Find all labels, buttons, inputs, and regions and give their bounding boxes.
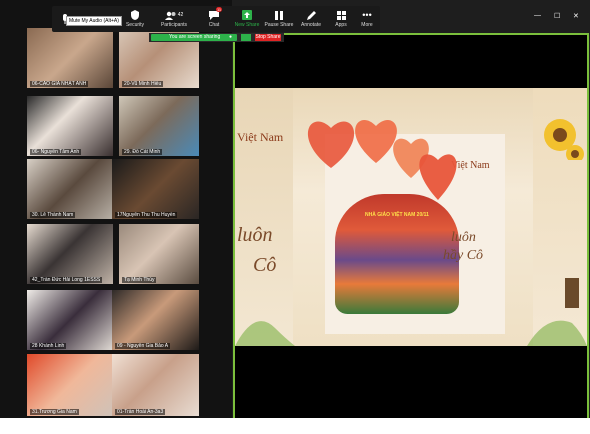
participant-name: 01-Trần Hoài An-3a3 (115, 409, 166, 415)
more-label: More (361, 22, 373, 28)
slide-text-left-co: Cô (253, 254, 277, 276)
sunflower-decoration (544, 119, 584, 160)
participant-gallery: 06-CAO GIA NHẬT ANH 20-Vũ Minh Hiếu 06- … (0, 0, 232, 418)
security-label: Security (125, 22, 145, 28)
chat-badge: 11 (216, 7, 223, 12)
sharing-status-text: You are screen sharing (169, 34, 221, 40)
close-icon[interactable]: ✕ (573, 12, 579, 20)
apps-label: Apps (335, 22, 347, 28)
security-button[interactable]: Security (120, 6, 150, 32)
chat-icon: 11 (208, 7, 223, 20)
participant-tile[interactable]: 06-CAO GIA NHẬT ANH (27, 28, 113, 88)
pause-share-button[interactable]: Pause Share (264, 6, 294, 32)
stop-share-button[interactable]: Stop Share (255, 34, 281, 41)
participant-name: 29. Đỗ Cát Minh (122, 149, 163, 155)
participant-tile[interactable]: 31.Trương Gia Nam (27, 354, 113, 416)
participants-label: Participants (160, 22, 188, 28)
participant-tile[interactable]: 09 - Nguyễn Gia Bảo A (112, 290, 199, 350)
participant-tile[interactable]: Tạ Minh Thùy (119, 224, 199, 284)
participant-name: 17Nguyễn Thu Thu Huyền (115, 212, 178, 218)
share-arrow-icon (241, 10, 253, 20)
participant-tile[interactable]: 42_Trần Đức Hải Long 1ESSS (27, 224, 113, 284)
slide-text-center-luon: luôn (451, 230, 476, 245)
more-dots-icon: ••• (362, 10, 372, 20)
annotate-button[interactable]: Annotate (296, 6, 326, 32)
participant-name: 06- Nguyễn Tâm Anh (30, 149, 82, 155)
participant-name: 09 - Nguyễn Gia Bảo A (115, 343, 171, 349)
more-button[interactable]: ••• More (352, 6, 382, 32)
sharing-status-pill[interactable]: You are screen sharing ● (151, 34, 237, 41)
slide-text-left-top: Việt Nam (237, 130, 284, 144)
apps-icon (335, 10, 347, 20)
chat-label: Chat (208, 22, 220, 28)
participant-name: 31.Trương Gia Nam (30, 409, 79, 415)
bottom-strip (0, 418, 590, 434)
new-share-button[interactable]: New Share (232, 6, 262, 32)
participant-tile[interactable]: 30. Lê Thành Nam (27, 159, 113, 219)
leaf-decoration (235, 321, 295, 346)
new-share-label: New Share (234, 22, 260, 28)
maximize-icon[interactable]: ☐ (554, 12, 560, 20)
pause-icon (273, 10, 285, 20)
participant-name: 06-CAO GIA NHẬT ANH (30, 81, 89, 87)
participant-tile[interactable]: 01-Trần Hoài An-3a3 (112, 354, 199, 416)
participant-name: 20-Vũ Minh Hiếu (122, 81, 164, 87)
shared-screen: Việt Nam luôn Cô NHÀ GIÁO VIỆT NAM 20/11… (233, 33, 589, 425)
minimize-icon[interactable]: — (534, 12, 541, 19)
slide-text-center-co: hầy Cô (443, 248, 484, 263)
slide-text-left-luon: luôn (237, 224, 273, 246)
chat-button[interactable]: 11 Chat (199, 6, 229, 32)
participants-icon: 42 (164, 10, 184, 20)
slide-banner: NHÀ GIÁO VIỆT NAM 20/11 (365, 212, 429, 218)
participant-name: Tạ Minh Thùy (122, 277, 157, 283)
mute-tooltip: Mute My Audio (Alt+A) (66, 16, 122, 26)
participant-tile[interactable]: 28 Khánh Linh (27, 290, 113, 350)
pot-decoration (565, 278, 579, 308)
shield-icon (129, 10, 141, 20)
sharing-mic-icon: ● (229, 34, 233, 40)
participants-count: 42 (177, 12, 184, 18)
sharing-status-bar: You are screen sharing ● Stop Share (149, 33, 284, 42)
participant-tile[interactable]: 06- Nguyễn Tâm Anh (27, 96, 113, 156)
presentation-slide: Việt Nam luôn Cô NHÀ GIÁO VIỆT NAM 20/11… (235, 88, 587, 346)
heart-decoration (393, 138, 457, 200)
participant-name: 28 Khánh Linh (30, 343, 67, 349)
annotate-label: Annotate (300, 22, 322, 28)
participant-tile[interactable]: 17Nguyễn Thu Thu Huyền (112, 159, 199, 219)
participant-name: 42_Trần Đức Hải Long 1ESSS (30, 277, 103, 283)
pause-share-label: Pause Share (264, 22, 294, 28)
participants-button[interactable]: 42 Participants (157, 6, 191, 32)
participant-name: 30. Lê Thành Nam (30, 212, 76, 218)
participant-tile[interactable]: 29. Đỗ Cát Minh (119, 96, 199, 156)
pen-icon (305, 10, 317, 20)
sharing-pin-icon[interactable] (241, 34, 251, 41)
